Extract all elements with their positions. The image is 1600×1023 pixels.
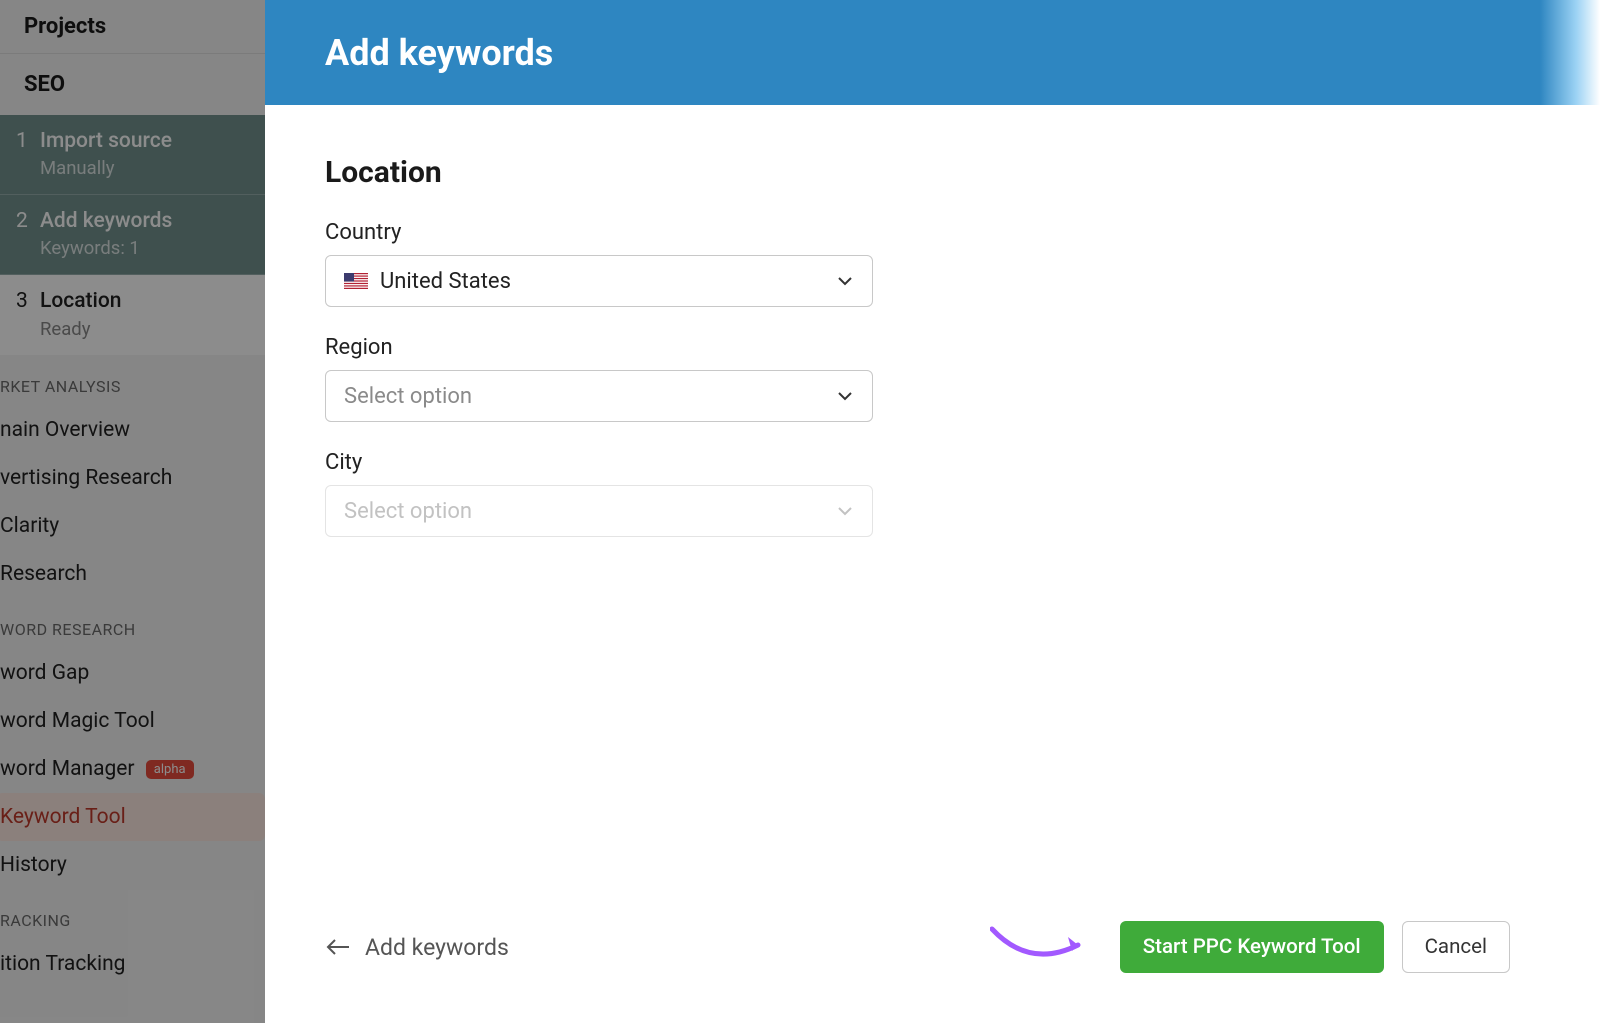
nav-research[interactable]: Research bbox=[0, 550, 265, 598]
us-flag-icon bbox=[344, 273, 368, 289]
back-button[interactable]: Add keywords bbox=[325, 934, 509, 961]
header-fade bbox=[1540, 0, 1600, 105]
city-select: Select option bbox=[325, 485, 873, 537]
nav-position-tracking[interactable]: ition Tracking bbox=[0, 940, 265, 988]
nav-keyword-magic[interactable]: word Magic Tool bbox=[0, 697, 265, 745]
field-country: Country United States bbox=[325, 220, 1510, 307]
nav-keyword-manager[interactable]: word Manager alpha bbox=[0, 745, 265, 793]
modal-header: Add keywords bbox=[265, 0, 1570, 105]
chevron-down-icon bbox=[836, 272, 854, 290]
country-label: Country bbox=[325, 220, 1510, 245]
cancel-button[interactable]: Cancel bbox=[1402, 921, 1510, 973]
nav-domain-overview[interactable]: nain Overview bbox=[0, 406, 265, 454]
field-region: Region Select option bbox=[325, 335, 1510, 422]
section-heading-location: Location bbox=[325, 155, 1510, 190]
nav-history[interactable]: History bbox=[0, 841, 265, 889]
arrow-left-icon bbox=[325, 937, 351, 957]
nav-keyword-gap[interactable]: word Gap bbox=[0, 649, 265, 697]
chevron-down-icon bbox=[836, 502, 854, 520]
modal-footer: Add keywords Start PPC Keyword Tool Canc… bbox=[325, 921, 1510, 973]
sidebar: Projects SEO 1 Import source Manually 2 … bbox=[0, 0, 265, 1023]
step-title: Import source bbox=[40, 129, 172, 154]
step-subtitle: Manually bbox=[40, 156, 172, 180]
field-city: City Select option bbox=[325, 450, 1510, 537]
region-select[interactable]: Select option bbox=[325, 370, 873, 422]
nav-advertising-research[interactable]: vertising Research bbox=[0, 454, 265, 502]
step-subtitle: Keywords: 1 bbox=[40, 236, 172, 260]
step-number: 2 bbox=[10, 209, 40, 233]
section-keyword-research: WORD RESEARCH bbox=[0, 598, 265, 649]
step-subtitle: Ready bbox=[40, 317, 122, 341]
country-select[interactable]: United States bbox=[325, 255, 873, 307]
city-label: City bbox=[325, 450, 1510, 475]
nav-keyword-manager-label: word Manager bbox=[0, 757, 135, 781]
alpha-badge: alpha bbox=[146, 760, 194, 779]
city-placeholder: Select option bbox=[344, 499, 472, 524]
step-number: 1 bbox=[10, 129, 40, 153]
wizard-step-location[interactable]: 3 Location Ready bbox=[0, 275, 265, 354]
region-label: Region bbox=[325, 335, 1510, 360]
start-ppc-button[interactable]: Start PPC Keyword Tool bbox=[1120, 921, 1384, 973]
seo-heading: SEO bbox=[0, 54, 265, 115]
step-title: Add keywords bbox=[40, 209, 172, 234]
modal-panel: Add keywords Location Country United Sta… bbox=[265, 0, 1570, 1023]
section-tracking: RACKING bbox=[0, 889, 265, 940]
modal-body: Location Country United States Re bbox=[265, 105, 1570, 537]
nav-clarity[interactable]: Clarity bbox=[0, 502, 265, 550]
region-placeholder: Select option bbox=[344, 384, 472, 409]
step-number: 3 bbox=[10, 289, 40, 313]
projects-link[interactable]: Projects bbox=[0, 0, 265, 54]
country-value: United States bbox=[380, 269, 511, 294]
step-title: Location bbox=[40, 289, 122, 314]
annotation-arrow-icon bbox=[990, 919, 1090, 963]
nav-ppc-keyword-tool[interactable]: Keyword Tool bbox=[0, 793, 265, 841]
back-label: Add keywords bbox=[365, 934, 509, 961]
section-market-analysis: RKET ANALYSIS bbox=[0, 355, 265, 406]
wizard-step-keywords[interactable]: 2 Add keywords Keywords: 1 bbox=[0, 195, 265, 275]
wizard-step-import[interactable]: 1 Import source Manually bbox=[0, 115, 265, 195]
chevron-down-icon bbox=[836, 387, 854, 405]
modal-title: Add keywords bbox=[325, 32, 553, 74]
